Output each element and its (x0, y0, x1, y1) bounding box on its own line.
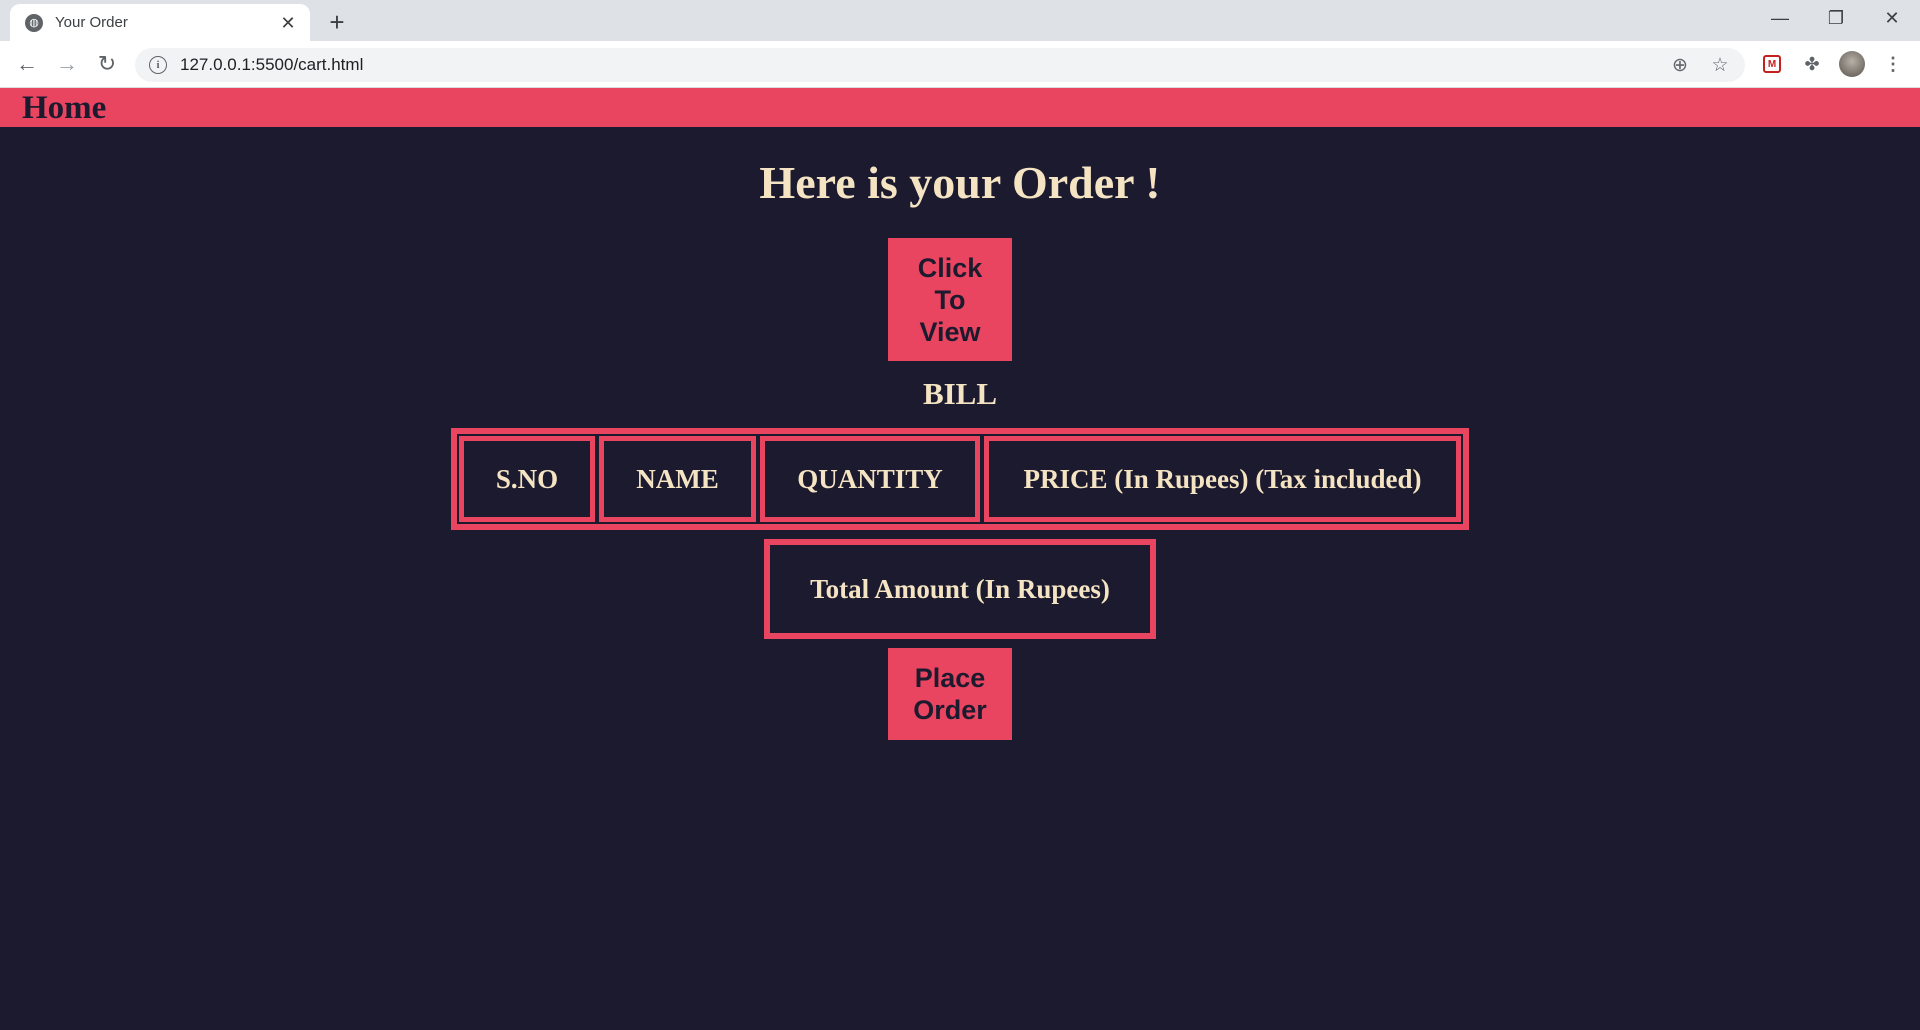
header-sno: S.NO (459, 436, 595, 522)
header-price: PRICE (In Rupees) (Tax included) (984, 436, 1461, 522)
reload-icon[interactable]: ↻ (92, 49, 122, 79)
click-to-view-button[interactable]: Click To View (888, 238, 1012, 361)
zoom-icon[interactable]: ⊕ (1665, 50, 1695, 80)
bill-title: BILL (922, 376, 998, 411)
extensions-puzzle-icon[interactable]: ✤ (1797, 49, 1827, 79)
home-link[interactable]: Home (22, 90, 106, 127)
new-tab-icon[interactable]: + (323, 7, 351, 37)
navbar: Home (0, 88, 1920, 127)
browser-toolbar: ← → ↻ i 127.0.0.1:5500/cart.html ⊕ ☆ M ✤… (0, 41, 1920, 88)
place-order-button[interactable]: Place Order (888, 648, 1012, 740)
page-title: Here is your Order ! (759, 157, 1161, 208)
tab-title: Your Order (55, 14, 128, 31)
header-name: NAME (599, 436, 756, 522)
tab-strip: ◍ Your Order ✕ + — ❐ ✕ (0, 0, 1920, 41)
total-amount-box: Total Amount (In Rupees) (764, 539, 1156, 639)
close-tab-icon[interactable]: ✕ (278, 13, 298, 33)
info-icon[interactable]: i (149, 56, 167, 74)
minimize-icon[interactable]: — (1752, 0, 1808, 37)
close-window-icon[interactable]: ✕ (1864, 0, 1920, 37)
browser-chrome: ◍ Your Order ✕ + — ❐ ✕ ← → ↻ i 127.0.0.1… (0, 0, 1920, 88)
url-text[interactable]: 127.0.0.1:5500/cart.html (180, 55, 1665, 75)
click-to-view-label: Click To View (917, 252, 983, 347)
place-order-label: Place Order (913, 663, 987, 725)
bill-table: S.NO NAME QUANTITY PRICE (In Rupees) (Ta… (451, 428, 1469, 530)
header-quantity: QUANTITY (760, 436, 980, 522)
extension-shield-icon[interactable]: M (1757, 49, 1787, 79)
bookmark-star-icon[interactable]: ☆ (1705, 50, 1735, 80)
back-arrow-icon[interactable]: ← (12, 49, 42, 79)
globe-icon: ◍ (25, 13, 43, 32)
forward-arrow-icon[interactable]: → (52, 49, 82, 79)
page-content: Home Here is your Order ! Click To View … (0, 88, 1920, 1030)
address-bar[interactable]: i 127.0.0.1:5500/cart.html ⊕ ☆ (135, 48, 1745, 82)
avatar[interactable] (1837, 49, 1867, 79)
window-controls: — ❐ ✕ (1752, 0, 1920, 37)
restore-icon[interactable]: ❐ (1808, 0, 1864, 37)
total-amount-label: Total Amount (In Rupees) (810, 573, 1110, 604)
menu-dots-icon[interactable]: ⋮ (1878, 49, 1908, 79)
browser-tab[interactable]: ◍ Your Order ✕ (10, 4, 310, 41)
